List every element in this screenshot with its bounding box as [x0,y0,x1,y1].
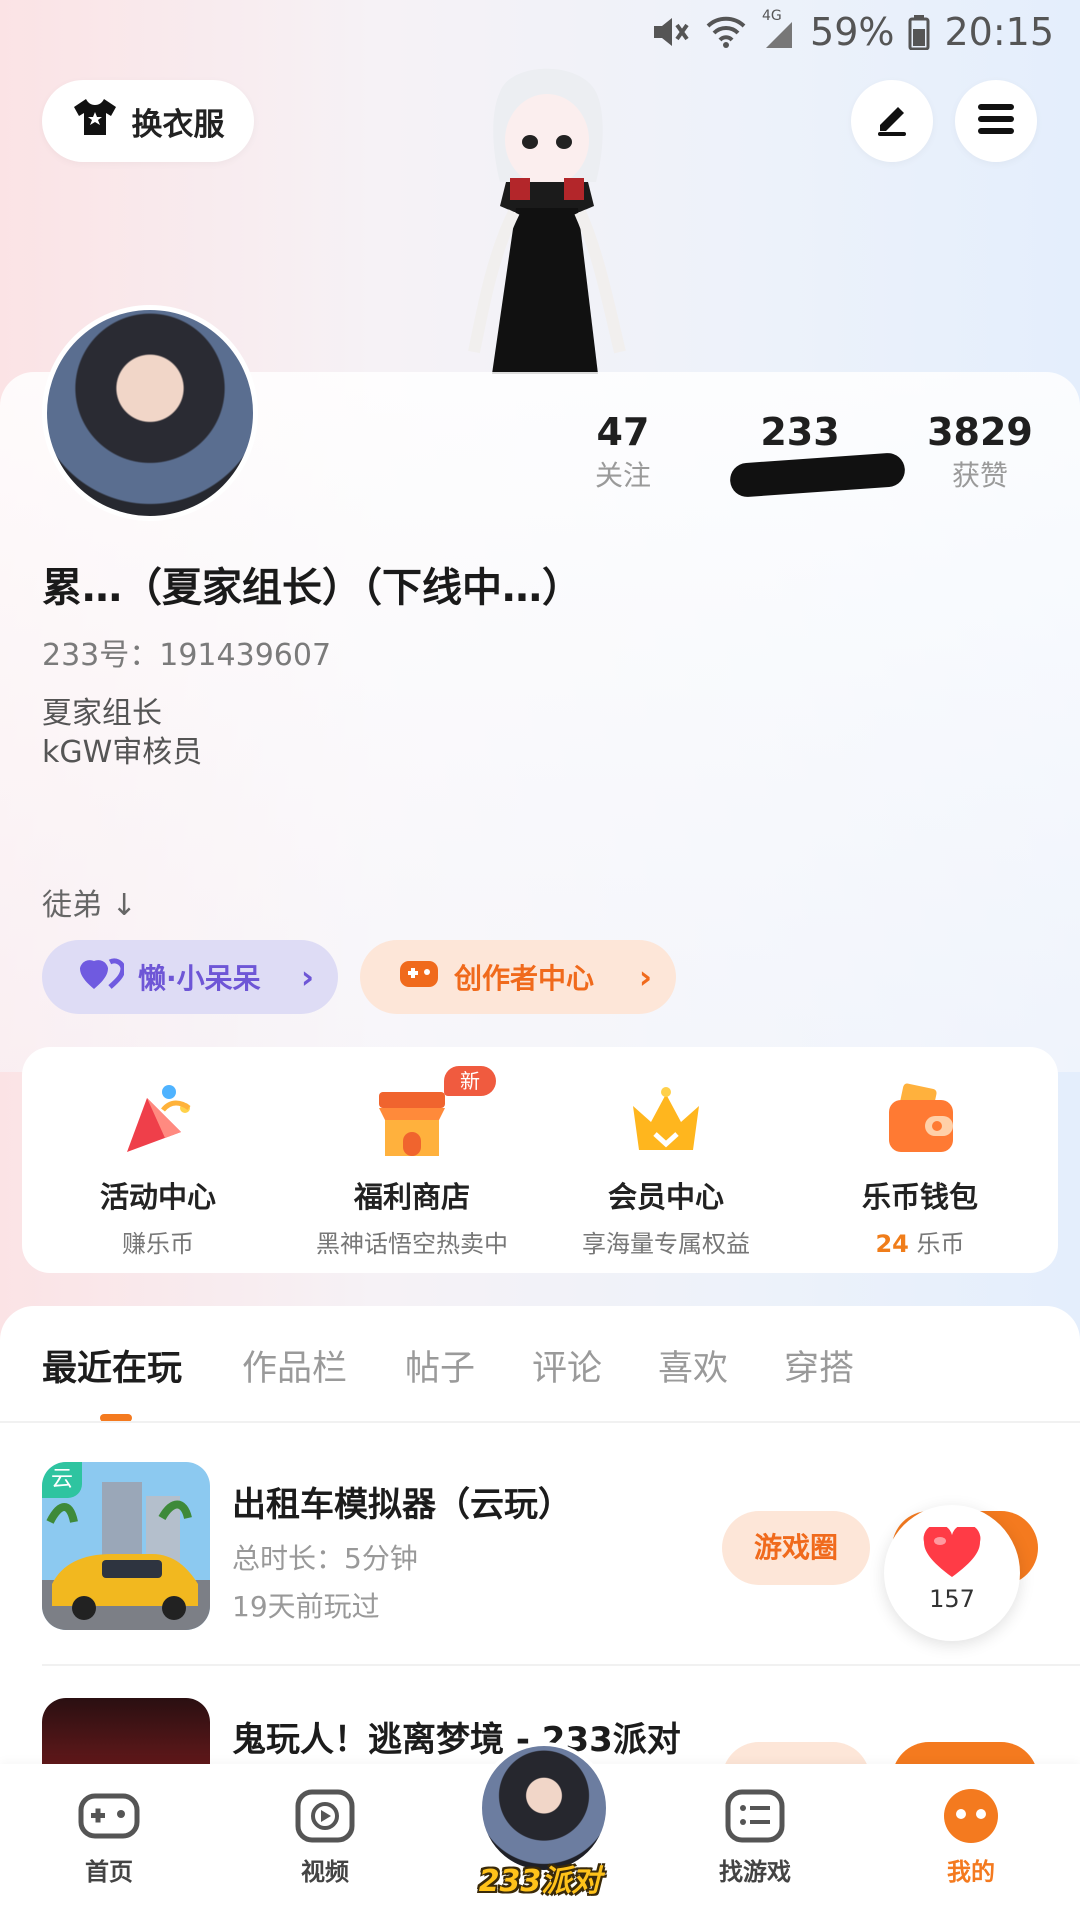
mate-label: 懒·小呆呆 [138,962,261,995]
tab-divider [0,1421,1080,1423]
bio-line-1: 夏家组长 [42,696,162,731]
party-logo-label[interactable]: 233派对 [460,1856,620,1900]
row-divider [42,1664,1080,1666]
gamepad-icon [78,1793,140,1839]
avatar[interactable] [42,305,258,521]
following-count: 47 [596,410,650,454]
likes-count: 3829 [927,410,1033,454]
party-avatar-button[interactable] [478,1742,610,1874]
chevron-right-icon: › [300,958,314,996]
wifi-icon [704,14,748,50]
tab-comments[interactable]: 评论 [532,1340,602,1391]
activity-center-entry[interactable]: 活动中心 赚乐币 [30,1080,286,1259]
new-badge: 新 [444,1066,496,1096]
game-title[interactable]: 鬼玩人！逃离梦境 - 233派对 [232,1712,681,1761]
member-center-title: 会员中心 [607,1180,724,1214]
battery-icon [908,14,930,50]
game-title[interactable]: 出租车模拟器（云玩） [232,1477,572,1526]
game-circle-button[interactable]: 游戏圈 [722,1511,870,1585]
game-last-played: 19天前玩过 [232,1590,380,1623]
nav-mine[interactable]: 我的 [896,1788,1046,1887]
coin-balance: 24 [875,1230,909,1258]
nav-find-games-label: 找游戏 [719,1858,791,1886]
likes-label: 获赞 [951,458,1008,492]
coin-wallet-sub: 24 乐币 [792,1224,1048,1259]
signal-icon: 4G [762,8,796,50]
welfare-shop-entry[interactable]: 福利商店 黑神话悟空热卖中 [284,1080,540,1259]
following-label: 关注 [594,458,651,492]
tab-posts[interactable]: 帖子 [405,1340,475,1391]
status-bar: 4G 59% 20:15 [0,0,1080,66]
user-id: 233号：191439607 [42,638,332,673]
shop-icon [371,1080,453,1162]
heart-icon [884,1524,1020,1583]
coin-wallet-title: 乐币钱包 [861,1180,978,1214]
video-play-icon [295,1789,355,1843]
likes-stat[interactable]: 3829 获赞 [905,410,1055,494]
tab-works[interactable]: 作品栏 [242,1340,347,1391]
edit-pen-icon [872,99,912,143]
like-count: 157 [929,1585,975,1613]
coin-wallet-entry[interactable]: 乐币钱包 24 乐币 [792,1080,1048,1259]
member-center-entry[interactable]: 会员中心 享海量专属权益 [538,1080,794,1259]
status-icons: 4G 59% 20:15 [650,8,1054,54]
menu-button[interactable] [955,80,1037,162]
tab-likes[interactable]: 喜欢 [658,1340,728,1391]
heart-icon [80,957,126,998]
hamburger-icon [976,101,1016,141]
edit-profile-button[interactable] [851,80,933,162]
nav-find-games[interactable]: 找游戏 [680,1788,830,1887]
shirt-icon [72,97,118,145]
crown-icon [625,1080,707,1162]
welfare-shop-sub: 黑神话悟空热卖中 [316,1230,508,1258]
gamepad-icon [398,957,440,998]
tab-outfits[interactable]: 穿搭 [784,1340,854,1391]
nav-home[interactable]: 首页 [34,1788,184,1887]
clock: 20:15 [944,10,1054,54]
nav-home-label: 首页 [85,1858,133,1886]
floating-like-button[interactable]: 157 [884,1505,1020,1641]
smile-face-icon [944,1789,998,1843]
apprentice-toggle[interactable]: 徒弟 ↓ [42,880,137,924]
party-popper-icon [117,1080,199,1162]
change-outfit-button[interactable]: 换衣服 [42,80,254,162]
activity-center-sub: 赚乐币 [122,1230,194,1258]
battery-percent: 59% [810,10,895,54]
avatar-3d-figure[interactable] [430,62,660,374]
wallet-icon [879,1080,961,1162]
chevron-right-icon: › [638,958,652,996]
nav-mine-label: 我的 [947,1858,995,1886]
welfare-shop-title: 福利商店 [353,1180,470,1214]
activity-center-title: 活动中心 [99,1180,216,1214]
nav-video[interactable]: 视频 [250,1788,400,1887]
creator-center-button[interactable]: 创作者中心 › [360,940,676,1014]
mate-button[interactable]: 懒·小呆呆 › [42,940,338,1014]
network-type: 4G [762,8,782,24]
game-playtime: 总时长：5分钟 [232,1542,418,1575]
tab-recently-played[interactable]: 最近在玩 [42,1340,182,1391]
member-center-sub: 享海量专属权益 [582,1230,750,1258]
creator-center-label: 创作者中心 [454,962,595,995]
followers-count: 233 [760,410,840,454]
nickname: 累…（夏家组长）（下线中…） [42,565,582,611]
mute-icon [650,14,690,50]
following-stat[interactable]: 47 关注 [548,410,698,494]
list-icon [725,1789,785,1843]
change-outfit-label: 换衣服 [131,106,225,143]
bio-line-2: kGW审核员 [42,735,203,770]
coin-unit: 乐币 [908,1230,965,1258]
nav-video-label: 视频 [301,1858,349,1886]
